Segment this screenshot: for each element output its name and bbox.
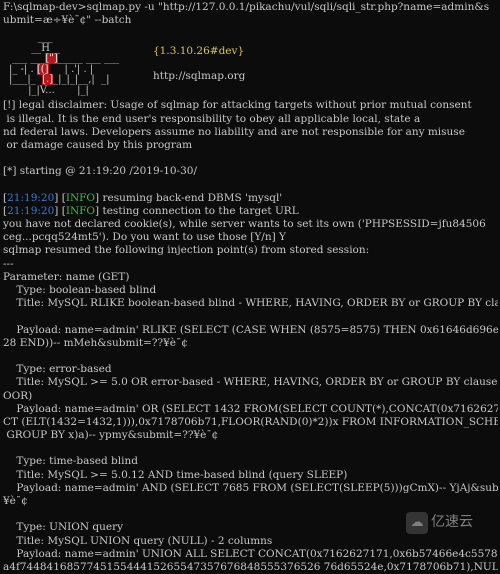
command-line-cont: ubmit=æ÷¥è¯¢" --batch xyxy=(3,14,132,27)
output-line: Parameter: name (GET) xyxy=(3,270,130,283)
output-line: Type: error-based xyxy=(3,363,112,376)
version-label: {1.3.10.26#dev} xyxy=(153,45,245,58)
output-line: Title: MySQL >= 5.0.12 AND time-based bl… xyxy=(3,468,348,481)
output-line: Payload: name=admin' OR (SELECT 1432 FRO… xyxy=(16,402,498,415)
output-line: Payload: name=admin' RLIKE (SELECT (CASE… xyxy=(3,323,498,336)
output-line: CT (ELT(1432=1432,1))),0x7178706b71,FLOO… xyxy=(3,415,498,428)
disclaimer-line: nd federal laws. Developers assume no li… xyxy=(3,125,465,138)
cloud-icon: ☁ xyxy=(406,512,428,534)
output-line: Title: MySQL UNION query (NULL) - 2 colu… xyxy=(3,534,273,547)
output-line: OOR) xyxy=(3,389,33,402)
terminal-window[interactable]: F:\sqlmap-dev>sqlmap.py -u "http://127.0… xyxy=(0,0,500,573)
watermark-text: 亿速云 xyxy=(431,514,473,531)
sqlmap-banner: ___ __H__ ___ ___["]_____ ___ ___ |_ -| … xyxy=(3,33,498,99)
log-message: resuming back-end DBMS 'mysql' xyxy=(99,191,283,204)
output-line: ceg...pcqq524mt5'). Do you want to use t… xyxy=(3,231,286,244)
starting-line: [*] starting @ 21:19:20 /2019-10-30/ xyxy=(3,165,198,178)
output-line: Type: boolean-based blind xyxy=(3,284,157,296)
log-timestamp: 21:19:20 xyxy=(7,204,55,217)
disclaimer-line: is illegal. It is the end user's respons… xyxy=(3,112,421,125)
output-line: Type: time-based blind xyxy=(3,455,138,468)
output-line: GROUP BY x)a)-- ypmy&submit=??¥è¯¢ xyxy=(3,429,219,442)
sqlmap-logo-art: ___ __H__ ___ ___["]_____ ___ ___ |_ -| … xyxy=(9,32,120,96)
log-level: INFO xyxy=(65,191,96,204)
disclaimer-line: or damage caused by this program xyxy=(3,138,193,151)
sqlmap-url[interactable]: http://sqlmap.org xyxy=(153,70,245,83)
output-line: sqlmap resumed the following injection p… xyxy=(3,244,370,257)
output-line: Title: MySQL RLIKE boolean-based blind -… xyxy=(3,297,498,310)
output-line: --- xyxy=(3,257,14,270)
output-line: you have not declared cookie(s), while s… xyxy=(3,218,486,231)
log-level: INFO xyxy=(65,204,96,217)
log-line: [21:19:20] [INFO] testing connection to … xyxy=(3,204,299,217)
output-line: 28 END))-- mMeh&submit=??¥è¯¢ xyxy=(3,336,188,349)
command-line: F:\sqlmap-dev>sqlmap.py -u "http://127.0… xyxy=(3,1,490,13)
output-line: ¥è¯¢ xyxy=(3,495,28,507)
output-line: Payload: name=admin' AND (SELECT 7685 FR… xyxy=(3,481,498,494)
disclaimer-line: [!] legal disclaimer: Usage of sqlmap fo… xyxy=(3,99,472,112)
output-line: a4f7448416857745155444152655473576768485… xyxy=(3,560,498,573)
output-line: Title: MySQL >= 5.0 OR error-based - WHE… xyxy=(3,376,498,389)
log-message: testing connection to the target URL xyxy=(99,204,299,217)
output-line: Payload: name=admin' UNION ALL SELECT CO… xyxy=(3,547,498,560)
log-timestamp: 21:19:20 xyxy=(7,191,55,204)
log-line: [21:19:20] [INFO] resuming back-end DBMS… xyxy=(3,191,283,204)
watermark-logo: ☁ 亿速云 xyxy=(406,510,496,536)
